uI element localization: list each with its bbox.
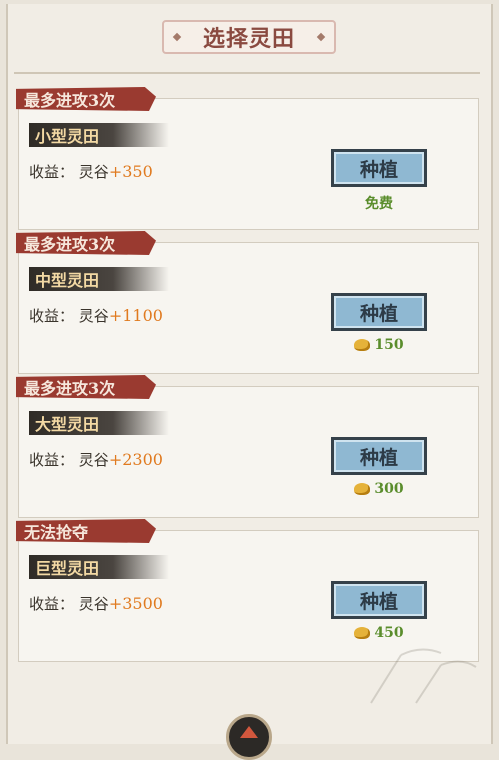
income-label: 收益： [29,307,75,325]
cost-label: 150 [331,337,427,353]
diamond-ornament-left [172,32,182,42]
cost-value: 450 [374,625,404,641]
page-title: 选择灵田 [202,26,295,52]
income-value: +350 [108,162,153,181]
field-card-huge: 无法抢夺 巨型灵田 收益： 灵谷+3500 种植 450 [16,519,479,662]
attack-limit-ribbon: 最多进攻3次 [16,231,156,255]
cost-label: 300 [331,481,427,497]
cost-label: 450 [331,625,427,641]
field-name-tag: 小型灵田 [29,123,169,147]
income-resource: 灵谷 [78,595,109,613]
bamboo-ink-decoration [370,648,477,704]
income-value: +3500 [108,594,163,613]
plant-button[interactable]: 种植 [331,149,427,187]
cost-value: 300 [374,481,404,497]
income-value: +1100 [108,306,163,325]
field-card-small: 最多进攻3次 小型灵田 收益： 灵谷+350 种植 免费 [16,87,479,230]
field-card-large: 最多进攻3次 大型灵田 收益： 灵谷+2300 种植 300 [16,375,479,518]
income-line: 收益： 灵谷+2300 [29,449,163,470]
gold-ingot-icon [354,339,371,351]
title-banner: 选择灵田 [162,20,336,54]
attack-limit-ribbon: 无法抢夺 [16,519,156,543]
field-card-medium: 最多进攻3次 中型灵田 收益： 灵谷+1100 种植 150 [16,231,479,374]
income-label: 收益： [29,163,75,181]
cost-value: 免费 [365,196,393,212]
attack-limit-ribbon: 最多进攻3次 [16,375,156,399]
plant-button[interactable]: 种植 [331,581,427,619]
field-name-tag: 巨型灵田 [29,555,169,579]
plant-button[interactable]: 种植 [331,437,427,475]
gold-ingot-icon [354,483,371,495]
income-resource: 灵谷 [78,451,109,469]
income-line: 收益： 灵谷+3500 [29,593,163,614]
plant-button[interactable]: 种植 [331,293,427,331]
income-value: +2300 [108,450,163,469]
income-label: 收益： [29,451,75,469]
gold-ingot-icon [354,627,371,639]
attack-limit-ribbon: 最多进攻3次 [16,87,156,111]
diamond-ornament-right [316,32,326,42]
cost-value: 150 [374,337,404,353]
divider [14,72,480,74]
cost-label: 免费 [331,193,427,213]
income-line: 收益： 灵谷+1100 [29,305,163,326]
field-name-tag: 中型灵田 [29,267,169,291]
field-name-tag: 大型灵田 [29,411,169,435]
income-resource: 灵谷 [78,163,109,181]
income-line: 收益： 灵谷+350 [29,161,153,182]
bottom-emblem-icon[interactable] [226,714,272,760]
income-resource: 灵谷 [78,307,109,325]
income-label: 收益： [29,595,75,613]
